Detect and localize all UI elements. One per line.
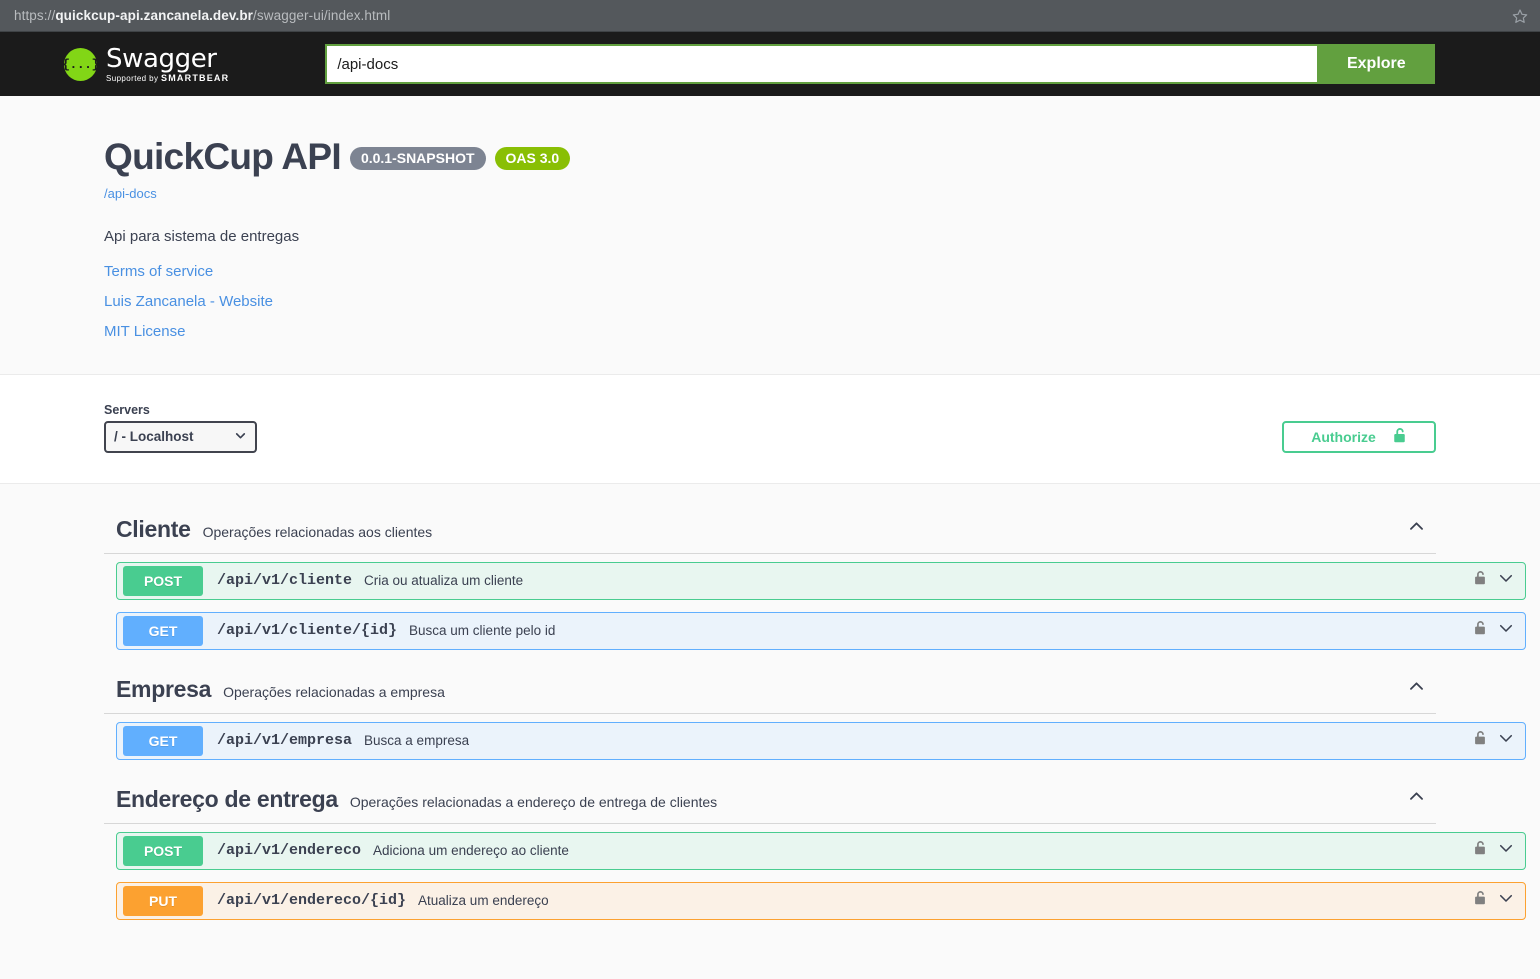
version-badge: 0.0.1-SNAPSHOT: [349, 147, 486, 170]
operation-controls: [1473, 889, 1515, 912]
swagger-logo-link[interactable]: {...} Swagger Supported by SMARTBEAR: [62, 43, 230, 83]
tag-name: Endereço de entrega: [116, 785, 338, 812]
operation-controls: [1473, 729, 1515, 752]
url-text[interactable]: https://quickcup-api.zancanela.dev.br/sw…: [14, 8, 390, 23]
operations-section: Cliente Operações relacionadas aos clien…: [0, 484, 1540, 920]
url-scheme: https://: [14, 8, 56, 23]
authorize-wrapper: Authorize: [1282, 420, 1436, 453]
supported-by-smartbear: Supported by SMARTBEAR: [106, 72, 230, 83]
http-method-badge: GET: [123, 725, 203, 756]
servers-block: Servers / - Localhost: [104, 403, 257, 453]
operation-row[interactable]: GET /api/v1/cliente/{id} Busca um client…: [116, 611, 1526, 650]
operation-path: /api/v1/endereco: [217, 842, 362, 860]
chevron-down-icon: [234, 429, 247, 445]
chevron-up-icon[interactable]: [1407, 787, 1426, 811]
chevron-up-icon[interactable]: [1407, 517, 1426, 541]
swagger-wordmark: Swagger: [106, 43, 217, 74]
operation-row[interactable]: POST /api/v1/cliente Cria ou atualiza um…: [116, 561, 1526, 600]
unlocked-padlock-icon[interactable]: [1473, 730, 1487, 751]
server-select[interactable]: / - Localhost: [104, 420, 257, 453]
contact-website-link[interactable]: Luis Zancanela - Website: [104, 293, 1436, 310]
chevron-down-icon[interactable]: [1497, 569, 1515, 592]
supported-prefix: Supported by: [106, 73, 159, 83]
http-method-badge: POST: [123, 565, 203, 596]
scheme-container: Servers / - Localhost Authorize: [0, 374, 1540, 484]
star-outline-icon[interactable]: [1510, 6, 1530, 26]
tag-header-endereco-de-entrega[interactable]: Endereço de entrega Operações relacionad…: [104, 772, 1436, 824]
tag-name: Cliente: [116, 515, 191, 542]
url-path: /swagger-ui/index.html: [253, 8, 391, 23]
spec-url-input[interactable]: [325, 44, 1318, 84]
smartbear-brand: SMARTBEAR: [161, 72, 230, 83]
operation-path: /api/v1/empresa: [217, 732, 353, 750]
api-description: Api para sistema de entregas: [104, 227, 300, 245]
tag-block-cliente: Cliente Operações relacionadas aos clien…: [104, 502, 1526, 650]
page-title: QuickCup API: [104, 136, 342, 177]
operation-controls: [1473, 619, 1515, 642]
operation-path: /api/v1/cliente: [217, 572, 353, 590]
unlocked-padlock-icon[interactable]: [1473, 620, 1487, 641]
authorize-button[interactable]: Authorize: [1282, 420, 1436, 453]
info-links: Terms of service Luis Zancanela - Websit…: [104, 263, 1436, 340]
http-method-badge: POST: [123, 835, 203, 866]
operation-summary: Atualiza um endereço: [418, 893, 549, 909]
operation-summary: Busca a empresa: [364, 733, 470, 749]
unlocked-padlock-icon[interactable]: [1473, 890, 1487, 911]
tag-description: Operações relacionadas a endereço de ent…: [349, 793, 718, 810]
operation-controls: [1473, 569, 1515, 592]
chevron-down-icon[interactable]: [1497, 889, 1515, 912]
spec-url-form: Explore: [325, 44, 1436, 84]
operation-summary: Cria ou atualiza um cliente: [364, 573, 524, 589]
http-method-badge: GET: [123, 615, 203, 646]
url-host: quickcup-api.zancanela.dev.br: [55, 8, 254, 23]
operation-summary: Adiciona um endereço ao cliente: [373, 843, 569, 859]
swagger-braces-icon: {...}: [62, 47, 99, 81]
operation-row[interactable]: PUT /api/v1/endereco/{id} Atualiza um en…: [116, 881, 1526, 920]
http-method-badge: PUT: [123, 885, 203, 916]
unlocked-padlock-icon[interactable]: [1473, 840, 1487, 861]
operation-controls: [1473, 839, 1515, 862]
chevron-down-icon[interactable]: [1497, 729, 1515, 752]
spec-url-link[interactable]: /api-docs: [104, 186, 157, 201]
api-info-section: QuickCup API 0.0.1-SNAPSHOT OAS 3.0 /api…: [0, 96, 1540, 375]
api-title-row: QuickCup API 0.0.1-SNAPSHOT OAS 3.0: [104, 136, 1436, 177]
browser-url-bar: https://quickcup-api.zancanela.dev.br/sw…: [0, 0, 1540, 32]
tag-description: Operações relacionadas a empresa: [223, 683, 445, 700]
terms-of-service-link[interactable]: Terms of service: [104, 263, 1436, 280]
operation-path: /api/v1/endereco/{id}: [217, 892, 407, 910]
tag-name: Empresa: [116, 675, 212, 702]
chevron-down-icon[interactable]: [1497, 839, 1515, 862]
oas-badge: OAS 3.0: [494, 147, 571, 170]
license-link[interactable]: MIT License: [104, 323, 1436, 340]
chevron-down-icon[interactable]: [1497, 619, 1515, 642]
operation-row[interactable]: GET /api/v1/empresa Busca a empresa: [116, 721, 1526, 760]
unlocked-padlock-icon: [1392, 427, 1407, 447]
tag-header-empresa[interactable]: Empresa Operações relacionadas a empresa: [104, 662, 1436, 714]
tag-block-endereco-de-entrega: Endereço de entrega Operações relacionad…: [104, 772, 1526, 920]
explore-button[interactable]: Explore: [1317, 44, 1436, 84]
swagger-topbar: {...} Swagger Supported by SMARTBEAR Exp…: [0, 32, 1540, 96]
servers-label: Servers: [104, 402, 150, 417]
operation-path: /api/v1/cliente/{id}: [217, 622, 398, 640]
unlocked-padlock-icon[interactable]: [1473, 570, 1487, 591]
operation-summary: Busca um cliente pelo id: [409, 623, 556, 639]
server-select-value: / - Localhost: [114, 429, 194, 445]
operation-row[interactable]: POST /api/v1/endereco Adiciona um endere…: [116, 831, 1526, 870]
tag-block-empresa: Empresa Operações relacionadas a empresa…: [104, 662, 1526, 760]
authorize-label: Authorize: [1311, 428, 1376, 445]
chevron-up-icon[interactable]: [1407, 677, 1426, 701]
tag-header-cliente[interactable]: Cliente Operações relacionadas aos clien…: [104, 502, 1436, 554]
tag-description: Operações relacionadas aos clientes: [202, 523, 433, 540]
